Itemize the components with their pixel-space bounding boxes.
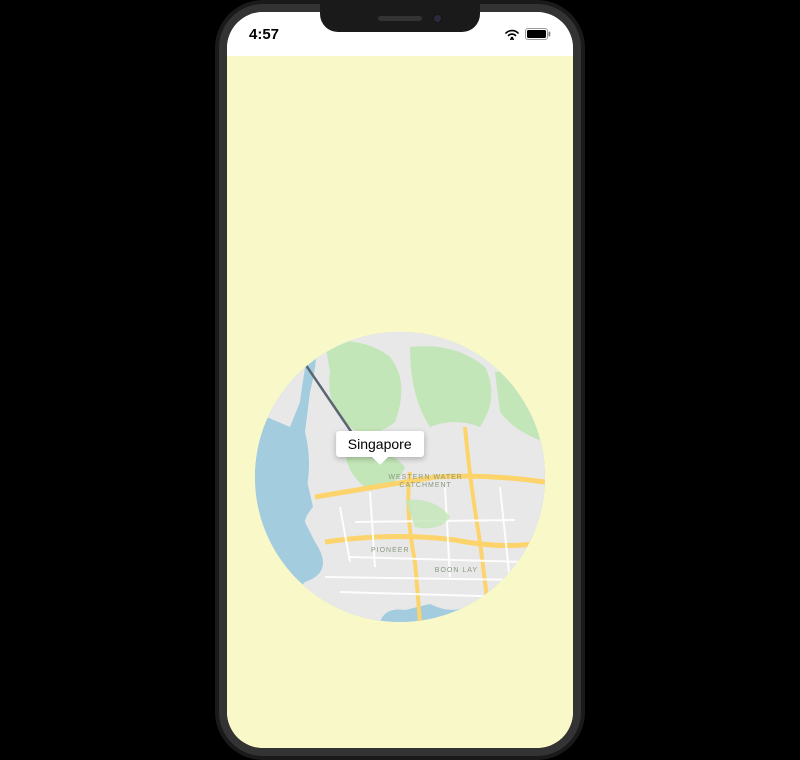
district-label-boonlay: BOON LAY	[435, 567, 478, 574]
status-time: 4:57	[249, 26, 279, 43]
info-window-title: Singapore	[348, 436, 412, 452]
map-view[interactable]: WESTERN WATERCATCHMENT PIONEER BOON LAY …	[255, 332, 545, 622]
district-label-pioneer: PIONEER	[371, 547, 410, 554]
speaker-grille	[378, 16, 422, 21]
status-indicators	[504, 28, 551, 40]
front-camera	[433, 14, 442, 23]
wifi-icon	[504, 28, 520, 40]
district-label-western: WESTERN WATERCATCHMENT	[388, 474, 462, 491]
app-content: WESTERN WATERCATCHMENT PIONEER BOON LAY …	[227, 56, 573, 748]
phone-device-frame: 4:57	[215, 0, 585, 760]
map-info-window[interactable]: Singapore	[336, 431, 424, 457]
phone-notch	[320, 4, 480, 32]
battery-icon	[525, 28, 551, 40]
phone-screen: 4:57	[227, 12, 573, 748]
phone-bezel: 4:57	[219, 4, 581, 756]
